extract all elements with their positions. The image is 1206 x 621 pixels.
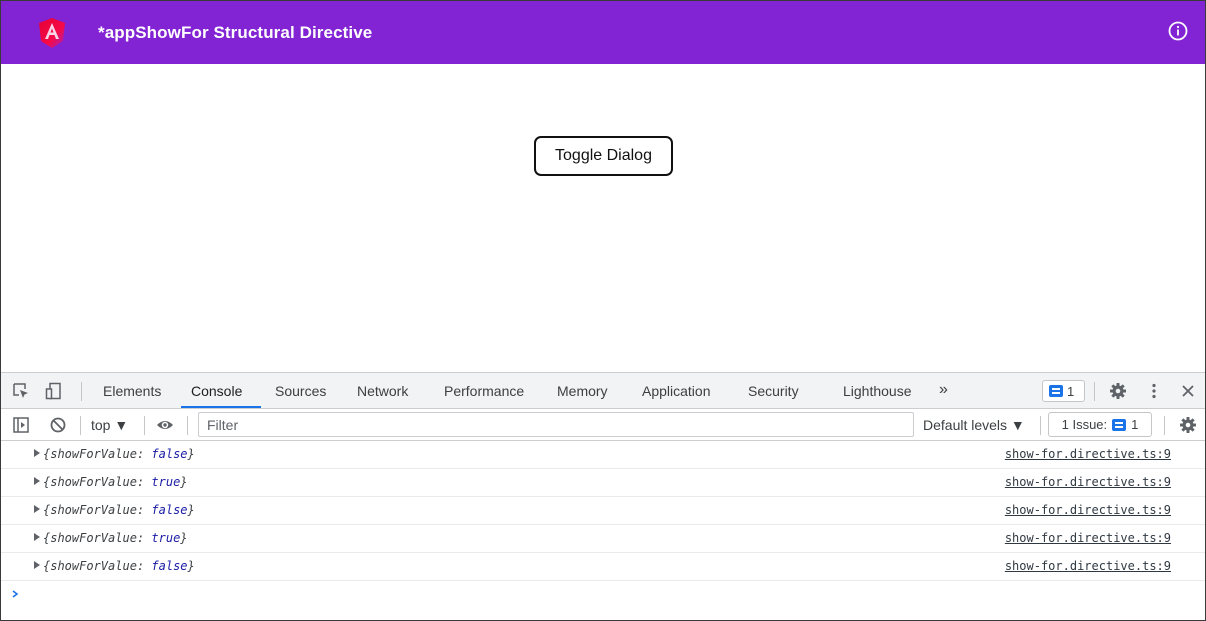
source-link[interactable]: show-for.directive.ts:9 <box>1005 475 1171 489</box>
messages-badge[interactable]: 1 <box>1042 380 1085 402</box>
source-link[interactable]: show-for.directive.ts:9 <box>1005 531 1171 545</box>
close-icon[interactable] <box>1179 382 1197 400</box>
expand-arrow-icon[interactable] <box>34 505 40 513</box>
source-link[interactable]: show-for.directive.ts:9 <box>1005 559 1171 573</box>
messages-icon <box>1049 385 1063 397</box>
tab-elements[interactable]: Elements <box>103 383 161 399</box>
log-key: showForValue <box>50 559 137 573</box>
issues-button[interactable]: 1 Issue: 1 <box>1048 412 1152 437</box>
log-key: showForValue <box>50 475 137 489</box>
expand-arrow-icon[interactable] <box>34 533 40 541</box>
eye-icon[interactable] <box>156 416 174 434</box>
source-link[interactable]: show-for.directive.ts:9 <box>1005 503 1171 517</box>
device-toolbar-icon[interactable] <box>45 382 63 400</box>
tab-performance[interactable]: Performance <box>444 383 524 399</box>
log-object[interactable]: {showForValue: false} <box>43 559 195 573</box>
toggle-dialog-button[interactable]: Toggle Dialog <box>534 136 673 176</box>
tab-memory[interactable]: Memory <box>557 383 608 399</box>
devtools-tabbar: Elements Console Sources Network Perform… <box>1 372 1205 409</box>
default-levels-select[interactable]: Default levels ▼ <box>923 417 1025 433</box>
browser-frame: *appShowFor Structural Directive Toggle … <box>0 0 1206 621</box>
log-object[interactable]: {showForValue: true} <box>43 475 188 489</box>
toolbar-divider <box>1164 416 1165 435</box>
settings-icon[interactable] <box>1179 416 1197 434</box>
console-message[interactable]: {showForValue: false} show-for.directive… <box>1 497 1205 525</box>
expand-arrow-icon[interactable] <box>34 449 40 457</box>
console-toolbar: top ▼ Default levels ▼ 1 Issue: 1 <box>1 409 1205 441</box>
settings-icon[interactable] <box>1109 382 1127 400</box>
filter-input[interactable] <box>198 412 914 437</box>
clear-console-icon[interactable] <box>49 416 67 434</box>
console-log: {showForValue: false} show-for.directive… <box>1 441 1205 581</box>
log-key: showForValue <box>50 447 137 461</box>
more-tabs-button[interactable]: » <box>939 381 948 399</box>
log-object[interactable]: {showForValue: true} <box>43 531 188 545</box>
expand-arrow-icon[interactable] <box>34 477 40 485</box>
tab-application[interactable]: Application <box>642 383 711 399</box>
log-key: showForValue <box>50 503 137 517</box>
console-message[interactable]: {showForValue: true} show-for.directive.… <box>1 469 1205 497</box>
more-vert-icon[interactable] <box>1145 382 1163 400</box>
toolbar-divider <box>81 382 82 401</box>
app-content: Toggle Dialog <box>1 64 1205 372</box>
expand-arrow-icon[interactable] <box>34 561 40 569</box>
app-header: *appShowFor Structural Directive <box>1 1 1205 64</box>
prompt-chevron-icon[interactable] <box>11 590 19 598</box>
log-value: true <box>151 475 181 489</box>
messages-count: 1 <box>1067 383 1075 399</box>
log-object[interactable]: {showForValue: false} <box>43 447 195 461</box>
console-message[interactable]: {showForValue: false} show-for.directive… <box>1 441 1205 469</box>
sidebar-icon[interactable] <box>12 416 30 434</box>
tab-security[interactable]: Security <box>748 383 799 399</box>
source-link[interactable]: show-for.directive.ts:9 <box>1005 447 1171 461</box>
log-value: false <box>151 447 188 461</box>
tab-network[interactable]: Network <box>357 383 408 399</box>
log-object[interactable]: {showForValue: false} <box>43 503 195 517</box>
toolbar-divider <box>80 416 81 435</box>
toolbar-divider <box>1094 382 1095 401</box>
console-message[interactable]: {showForValue: false} show-for.directive… <box>1 553 1205 581</box>
active-tab-indicator <box>181 406 261 408</box>
tab-console[interactable]: Console <box>191 383 242 399</box>
devtools-panel: Elements Console Sources Network Perform… <box>1 372 1205 620</box>
toolbar-divider <box>144 416 145 435</box>
tab-lighthouse[interactable]: Lighthouse <box>843 383 912 399</box>
inspect-element-icon[interactable] <box>12 382 30 400</box>
log-value: false <box>151 503 188 517</box>
log-value: true <box>151 531 181 545</box>
toolbar-divider <box>1040 416 1041 435</box>
toolbar-divider <box>187 416 188 435</box>
console-message[interactable]: {showForValue: true} show-for.directive.… <box>1 525 1205 553</box>
context-select[interactable]: top ▼ <box>91 417 128 433</box>
angular-logo-icon <box>39 18 65 48</box>
messages-icon <box>1112 418 1127 431</box>
log-value: false <box>151 559 188 573</box>
issues-count: 1 <box>1131 417 1139 432</box>
issues-label: 1 Issue: <box>1061 417 1108 432</box>
app-title: *appShowFor Structural Directive <box>98 23 373 42</box>
log-key: showForValue <box>50 531 137 545</box>
info-icon[interactable] <box>1168 21 1188 41</box>
tab-sources[interactable]: Sources <box>275 383 326 399</box>
